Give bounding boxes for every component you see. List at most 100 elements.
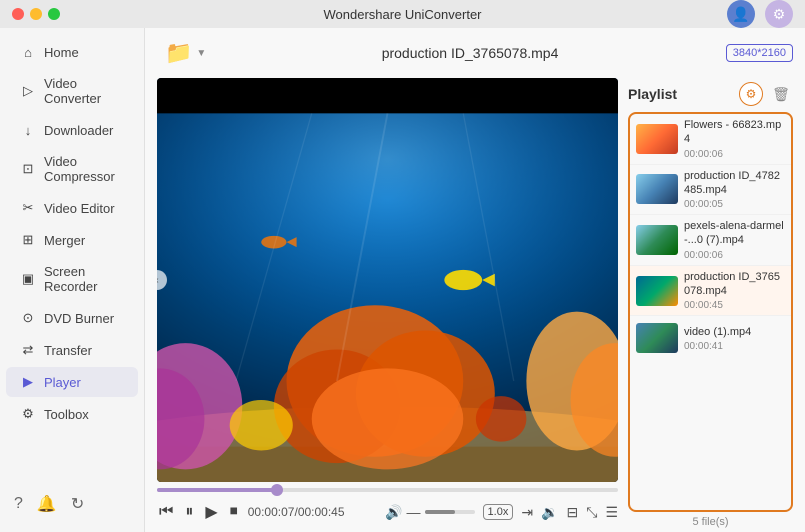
video-converter-icon: ▷ — [20, 83, 36, 99]
sidebar-label-player: Player — [44, 375, 81, 390]
playlist-settings-button[interactable]: ⚙ — [739, 82, 763, 106]
sidebar-label-transfer: Transfer — [44, 343, 92, 358]
speed-badge[interactable]: 1.0x — [483, 504, 514, 520]
close-button[interactable] — [12, 8, 24, 20]
prev-button[interactable]: ⏮ — [157, 501, 175, 523]
video-player: ‹ ⏮ ⏸ ▶ ⏹ 00:00:07/00:00:45 — [157, 78, 618, 532]
resolution-badge: 3840*2160 — [726, 44, 793, 62]
volume-area: 🔊 — — [385, 504, 474, 521]
aspect-ratio-icon[interactable]: ⤡ — [586, 504, 597, 521]
playlist-name-3: pexels-alena-darmel-...0 (7).mp4 — [684, 219, 785, 248]
volume-slider[interactable] — [425, 510, 475, 514]
traffic-lights — [12, 8, 60, 20]
maximize-button[interactable] — [48, 8, 60, 20]
sidebar-label-downloader: Downloader — [44, 123, 113, 138]
add-file-button[interactable]: 📁 ▼ — [157, 36, 214, 70]
sidebar-item-video-compressor[interactable]: ⊡ Video Compressor — [6, 147, 138, 191]
file-count: 5 file(s) — [692, 516, 728, 528]
playlist-info-5: video (1).mp4 00:00:41 — [684, 325, 785, 352]
sidebar-item-home[interactable]: ⌂ Home — [6, 37, 138, 67]
transfer-icon: ⇄ — [20, 342, 36, 358]
refresh-icon[interactable]: ↻ — [71, 494, 84, 514]
playlist-panel: Playlist ⚙ 🗑 Flowers - 66823.mp4 00:00:0… — [618, 78, 793, 532]
merger-icon: ⊞ — [20, 232, 36, 248]
controls-bar: ⏮ ⏸ ▶ ⏹ 00:00:07/00:00:45 🔊 — — [157, 496, 618, 532]
playlist-name-4: production ID_3765078.mp4 — [684, 270, 785, 299]
playlist-title: Playlist — [628, 86, 677, 102]
content-area: 📁 ▼ production ID_3765078.mp4 3840*2160 — [145, 28, 805, 532]
player-icon: ▶ — [20, 374, 36, 390]
settings-icon[interactable]: ⚙ — [765, 0, 793, 28]
video-frame[interactable]: ‹ — [157, 78, 618, 482]
pause-button[interactable]: ⏸ — [183, 501, 195, 523]
sidebar-item-video-editor[interactable]: ✂ Video Editor — [6, 193, 138, 223]
sidebar-label-screen-recorder: Screen Recorder — [44, 264, 124, 294]
playlist-header-icons: ⚙ 🗑 — [739, 82, 793, 106]
playlist-delete-button[interactable]: 🗑 — [769, 82, 793, 106]
video-content — [157, 78, 618, 482]
sidebar-label-video-compressor: Video Compressor — [44, 154, 124, 184]
playlist-info-1: Flowers - 66823.mp4 00:00:06 — [684, 118, 785, 160]
home-icon: ⌂ — [20, 44, 36, 60]
sidebar-label-dvd-burner: DVD Burner — [44, 311, 114, 326]
sidebar-item-screen-recorder[interactable]: ▣ Screen Recorder — [6, 257, 138, 301]
user-icon[interactable]: 👤 — [727, 0, 755, 28]
playlist-duration-3: 00:00:06 — [684, 250, 785, 261]
playlist-item-5[interactable]: video (1).mp4 00:00:41 — [630, 316, 791, 360]
current-time: 00:00:07 — [248, 505, 295, 519]
playlist-icon[interactable]: ☰ — [605, 504, 618, 521]
playlist-duration-1: 00:00:06 — [684, 149, 785, 160]
video-compressor-icon: ⊡ — [20, 161, 36, 177]
sidebar-item-merger[interactable]: ⊞ Merger — [6, 225, 138, 255]
sidebar-item-dvd-burner[interactable]: ⊙ DVD Burner — [6, 303, 138, 333]
playlist-duration-2: 00:00:05 — [684, 199, 785, 210]
sidebar-bottom: ? 🔔 ↻ — [0, 484, 144, 524]
volume-icon[interactable]: 🔊 — [385, 504, 402, 521]
file-title: production ID_3765078.mp4 — [222, 45, 717, 61]
subtitles-icon[interactable]: ⊟ — [567, 504, 579, 521]
skip-icon[interactable]: ⇥ — [521, 504, 533, 521]
app-title: Wondershare UniConverter — [324, 7, 482, 22]
stop-button[interactable]: ⏹ — [228, 501, 240, 523]
playlist-item-2[interactable]: production ID_4782485.mp4 00:00:05 — [630, 165, 791, 216]
toolbox-icon: ⚙ — [20, 406, 36, 422]
sidebar-label-merger: Merger — [44, 233, 85, 248]
volume-fill — [425, 510, 455, 514]
player-playlist-row: ‹ ⏮ ⏸ ▶ ⏹ 00:00:07/00:00:45 — [145, 78, 805, 532]
sidebar-item-transfer[interactable]: ⇄ Transfer — [6, 335, 138, 365]
sidebar-item-player[interactable]: ▶ Player — [6, 367, 138, 397]
playlist-item-4[interactable]: production ID_3765078.mp4 00:00:45 — [630, 266, 791, 317]
playlist-item-3[interactable]: pexels-alena-darmel-...0 (7).mp4 00:00:0… — [630, 215, 791, 266]
time-display: 00:00:07/00:00:45 — [248, 505, 345, 519]
playlist-info-2: production ID_4782485.mp4 00:00:05 — [684, 169, 785, 211]
playlist-footer: 5 file(s) — [628, 512, 793, 532]
screen-recorder-icon: ▣ — [20, 271, 36, 287]
total-time: 00:00:45 — [298, 505, 345, 519]
playlist-name-1: Flowers - 66823.mp4 — [684, 118, 785, 147]
audio-tracks-icon[interactable]: 🔉 — [541, 504, 558, 521]
sidebar-label-video-converter: Video Converter — [44, 76, 124, 106]
playlist-thumb-2 — [636, 174, 678, 204]
playlist-info-4: production ID_3765078.mp4 00:00:45 — [684, 270, 785, 312]
sidebar: ⌂ Home ▷ Video Converter ↓ Downloader ⊡ … — [0, 28, 145, 532]
main-layout: ⌂ Home ▷ Video Converter ↓ Downloader ⊡ … — [0, 28, 805, 532]
dropdown-arrow-icon: ▼ — [196, 48, 206, 59]
progress-thumb[interactable] — [271, 484, 283, 496]
sidebar-item-toolbox[interactable]: ⚙ Toolbox — [6, 399, 138, 429]
progress-track[interactable] — [157, 488, 618, 492]
notification-icon[interactable]: 🔔 — [37, 494, 57, 514]
help-icon[interactable]: ? — [14, 495, 23, 513]
playlist-item-1[interactable]: Flowers - 66823.mp4 00:00:06 — [630, 114, 791, 165]
playlist-info-3: pexels-alena-darmel-...0 (7).mp4 00:00:0… — [684, 219, 785, 261]
add-file-icon: 📁 — [165, 40, 192, 66]
sidebar-item-video-converter[interactable]: ▷ Video Converter — [6, 69, 138, 113]
playlist-name-2: production ID_4782485.mp4 — [684, 169, 785, 198]
play-button[interactable]: ▶ — [203, 500, 219, 524]
sidebar-label-toolbox: Toolbox — [44, 407, 89, 422]
minimize-button[interactable] — [30, 8, 42, 20]
progress-fill — [157, 488, 277, 492]
titlebar-icons: 👤 ⚙ — [727, 0, 793, 28]
titlebar: Wondershare UniConverter 👤 ⚙ — [0, 0, 805, 28]
sidebar-item-downloader[interactable]: ↓ Downloader — [6, 115, 138, 145]
playlist-thumb-5 — [636, 323, 678, 353]
